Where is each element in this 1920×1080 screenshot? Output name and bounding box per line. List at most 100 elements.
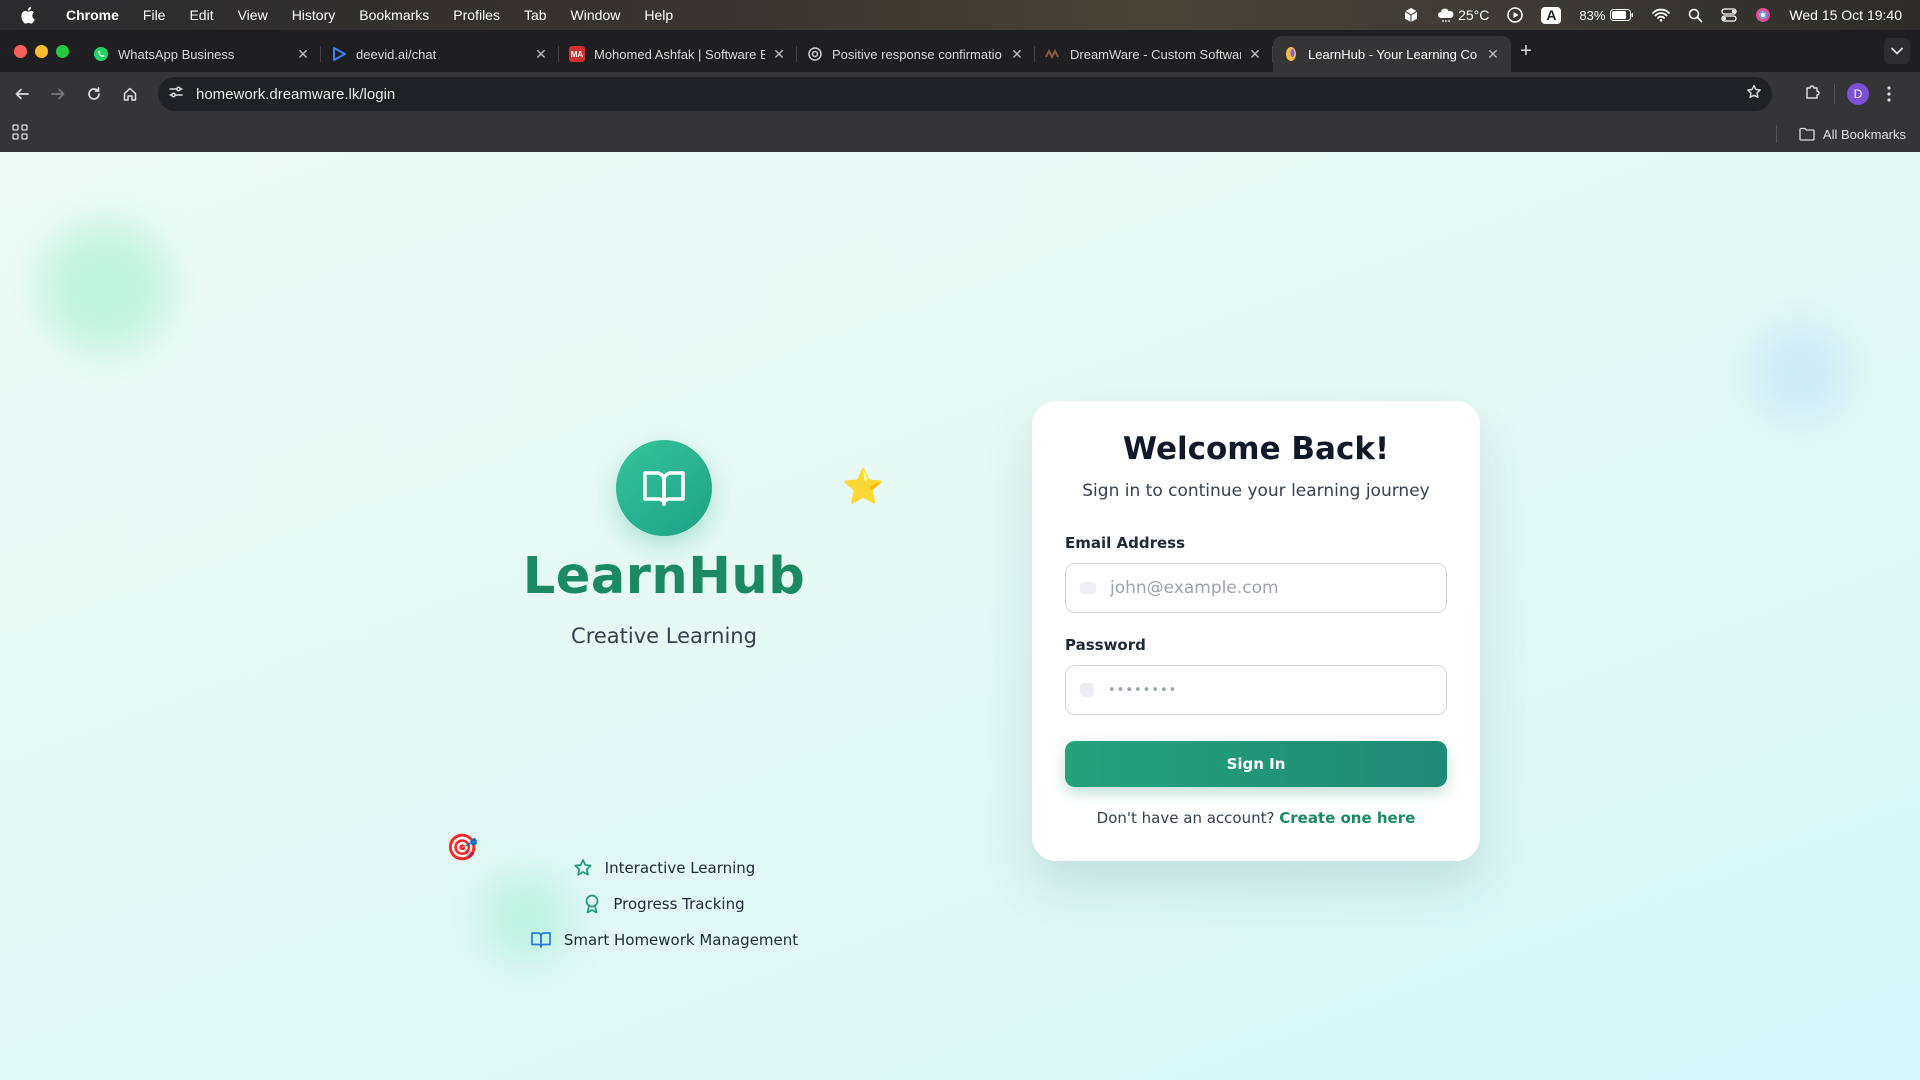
tab-title: deevid.ai/chat — [356, 46, 437, 62]
star-decoration-icon: ⭐ — [842, 467, 885, 507]
login-subtitle: Sign in to continue your learning journe… — [1082, 481, 1430, 501]
battery-status[interactable]: 83% — [1579, 8, 1634, 23]
tab-learnhub[interactable]: LearnHub - Your Learning Co ✕ — [1273, 36, 1511, 72]
menu-view[interactable]: View — [226, 7, 280, 23]
close-window-button[interactable] — [14, 44, 27, 58]
url-text[interactable]: homework.dreamware.lk/login — [196, 86, 395, 103]
battery-icon — [1610, 9, 1634, 21]
close-tab-icon[interactable]: ✕ — [771, 46, 787, 63]
bookmark-star-icon[interactable] — [1746, 84, 1762, 105]
signup-prompt: Don't have an account? — [1096, 809, 1275, 827]
password-field[interactable] — [1065, 665, 1447, 715]
tab-positive-response[interactable]: Positive response confirmatio ✕ — [797, 36, 1035, 72]
home-icon — [123, 87, 137, 101]
menu-profiles[interactable]: Profiles — [441, 7, 512, 23]
tab-mohomed-ashfak[interactable]: MA Mohomed Ashfak | Software E ✕ — [559, 36, 797, 72]
site-settings-icon[interactable] — [168, 84, 184, 105]
back-button[interactable] — [4, 76, 40, 112]
chevron-down-icon — [1891, 47, 1903, 55]
input-source-indicator[interactable]: A — [1541, 6, 1562, 24]
lock-icon — [1080, 683, 1094, 697]
home-button[interactable] — [112, 76, 148, 112]
close-tab-icon[interactable]: ✕ — [295, 46, 311, 63]
learnhub-logo — [616, 440, 712, 536]
decorative-blob — [40, 222, 170, 352]
menu-help[interactable]: Help — [632, 7, 685, 23]
tab-whatsapp-business[interactable]: WhatsApp Business ✕ — [83, 36, 321, 72]
tab-title: DreamWare - Custom Softwar — [1070, 46, 1241, 62]
battery-percent: 83% — [1579, 7, 1606, 23]
zoom-window-button[interactable] — [56, 44, 69, 58]
close-tab-icon[interactable]: ✕ — [1247, 46, 1263, 63]
menu-bookmarks[interactable]: Bookmarks — [347, 7, 441, 23]
arrow-left-icon — [15, 88, 29, 100]
menu-history[interactable]: History — [280, 7, 348, 23]
toolbar-divider — [1834, 84, 1835, 104]
all-bookmarks-button[interactable]: All Bookmarks — [1775, 125, 1906, 143]
close-tab-icon[interactable]: ✕ — [1009, 46, 1025, 63]
feature-list: Interactive Learning Progress Tracking S… — [530, 850, 798, 958]
login-card: Welcome Back! Sign in to continue your l… — [1032, 401, 1480, 861]
email-field[interactable] — [1065, 563, 1447, 613]
brand-name: LearnHub — [522, 547, 806, 606]
email-input[interactable] — [1110, 578, 1432, 598]
feature-label: Interactive Learning — [604, 859, 756, 877]
menu-window[interactable]: Window — [559, 7, 633, 23]
tab-deevid-chat[interactable]: deevid.ai/chat ✕ — [321, 36, 559, 72]
reload-button[interactable] — [76, 76, 112, 112]
menu-file[interactable]: File — [131, 7, 178, 23]
address-bar[interactable]: homework.dreamware.lk/login — [158, 77, 1772, 111]
password-input[interactable] — [1108, 682, 1432, 698]
feature-label: Progress Tracking — [613, 895, 745, 913]
extensions-puzzle-icon[interactable] — [1804, 83, 1822, 106]
ma-icon: MA — [569, 46, 585, 62]
email-label: Email Address — [1065, 534, 1186, 552]
feature-item: Smart Homework Management — [530, 922, 798, 958]
feature-item: Progress Tracking — [536, 886, 792, 922]
chrome-menu-icon[interactable] — [1887, 86, 1891, 102]
wifi-icon[interactable] — [1652, 8, 1671, 22]
target-decoration-icon: 🎯 — [446, 833, 479, 863]
menu-edit[interactable]: Edit — [177, 7, 225, 23]
deevid-icon — [331, 46, 347, 62]
browser-tab-strip: WhatsApp Business ✕ deevid.ai/chat ✕ MA … — [0, 30, 1920, 72]
open-book-icon — [643, 471, 685, 506]
whatsapp-icon — [93, 46, 109, 62]
tab-search-button[interactable] — [1884, 38, 1910, 64]
star-outline-icon — [573, 858, 593, 878]
control-center-icon[interactable] — [1721, 8, 1738, 22]
cube-icon[interactable] — [1403, 7, 1419, 23]
macos-menu-bar: Chrome File Edit View History Bookmarks … — [0, 0, 1920, 30]
play-circle-icon[interactable] — [1507, 7, 1524, 23]
create-account-link[interactable]: Create one here — [1279, 809, 1415, 827]
profile-avatar[interactable]: D — [1847, 83, 1869, 105]
tab-title: WhatsApp Business — [118, 46, 235, 62]
weather-temperature: 25°C — [1458, 7, 1490, 23]
arrow-right-icon — [51, 88, 65, 100]
tab-dreamware[interactable]: DreamWare - Custom Softwar ✕ — [1035, 36, 1273, 72]
close-tab-icon[interactable]: ✕ — [1485, 46, 1501, 63]
window-controls — [14, 44, 69, 58]
menu-app-name[interactable]: Chrome — [54, 7, 131, 23]
tab-title: Positive response confirmatio — [832, 46, 1002, 62]
decorative-blob — [1750, 322, 1850, 422]
apple-logo-icon[interactable] — [20, 6, 40, 24]
new-tab-button[interactable]: + — [1511, 40, 1541, 63]
brand-tagline: Creative Learning — [571, 624, 757, 648]
weather-widget[interactable]: 25°C — [1437, 7, 1489, 23]
apps-grid-icon[interactable] — [12, 123, 28, 145]
sign-in-button[interactable]: Sign In — [1065, 741, 1447, 787]
close-tab-icon[interactable]: ✕ — [533, 46, 549, 63]
open-book-icon — [530, 931, 552, 949]
forward-button[interactable] — [40, 76, 76, 112]
spotlight-search-icon[interactable] — [1688, 8, 1703, 23]
minimize-window-button[interactable] — [35, 44, 48, 58]
all-bookmarks-label: All Bookmarks — [1822, 126, 1906, 142]
folder-icon — [1799, 127, 1815, 141]
bookmarks-bar: All Bookmarks — [0, 116, 1920, 152]
tab-title: LearnHub - Your Learning Co — [1308, 46, 1478, 62]
mail-icon — [1080, 582, 1096, 594]
menu-clock[interactable]: Wed 15 Oct 19:40 — [1789, 7, 1902, 23]
menu-tab[interactable]: Tab — [512, 7, 559, 23]
siri-icon[interactable] — [1755, 7, 1771, 23]
